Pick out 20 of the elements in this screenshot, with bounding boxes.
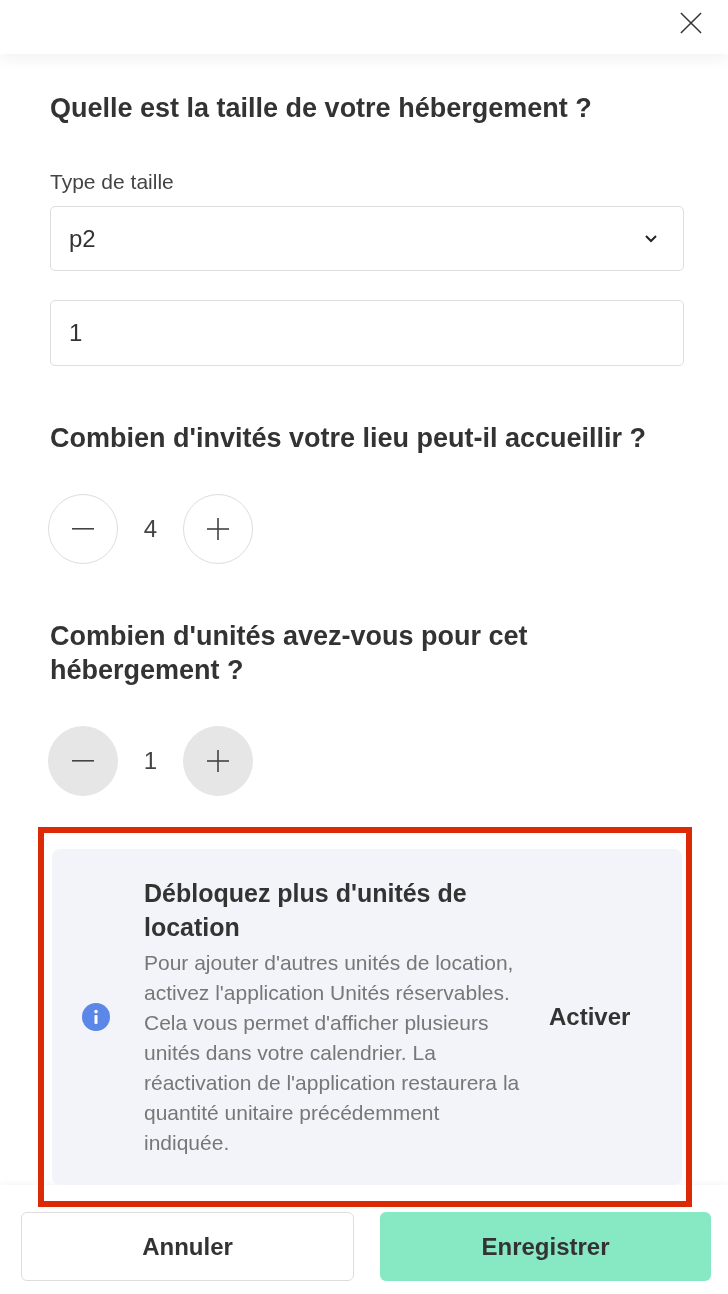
size-type-dropdown[interactable]: p2: [50, 206, 684, 271]
plus-icon: [207, 750, 229, 772]
size-field[interactable]: 1: [50, 300, 684, 366]
section-heading: Quelle est la taille de votre hébergement ?: [50, 92, 593, 125]
plus-icon: [207, 518, 229, 540]
save-button[interactable]: Enregistrer: [380, 1212, 711, 1281]
close-icon[interactable]: [680, 12, 702, 34]
field-label: Type de taille: [50, 169, 175, 195]
notice-title: Débloquez plus d'unités de location: [144, 878, 468, 943]
notice-text: Pour ajouter d'autres unités de location, activez l'application Unités réservables. Cela vous permet d'afficher plusieurs unités dans votre calendrier. La réactivation de l'application restaurera la quantité unitaire précédemment indiquée.: [144, 950, 521, 1156]
info-icon: [82, 1003, 110, 1031]
stepper-value: 4: [142, 515, 159, 543]
activate-button[interactable]: Activer: [549, 1003, 631, 1031]
minus-icon: [72, 760, 94, 762]
stepper-value: 1: [142, 747, 159, 775]
cancel-button[interactable]: Annuler: [21, 1212, 354, 1281]
section-heading: Combien d'unités avez-vous pour cet hébergement ?: [50, 620, 529, 687]
chevron-down-icon: [645, 234, 657, 243]
minus-icon: [72, 528, 94, 530]
section-heading: Combien d'invités votre lieu peut-il accueillir ?: [50, 422, 648, 455]
